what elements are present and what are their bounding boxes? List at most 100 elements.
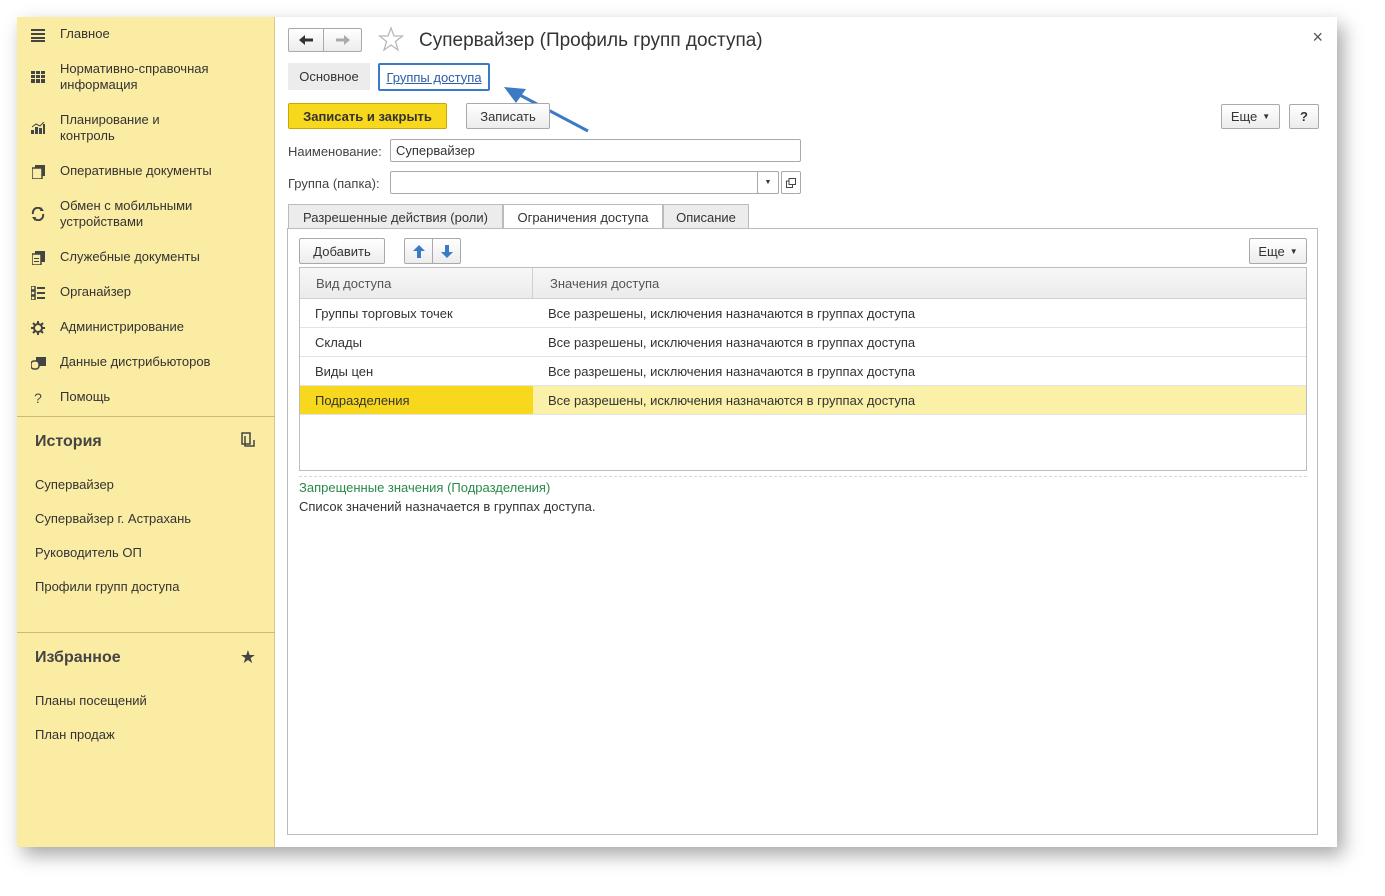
favorites-title: Избранное	[35, 649, 121, 666]
chevron-down-icon: ▼	[764, 179, 772, 186]
cell-value: Все разрешены, исключения назначаются в …	[548, 306, 916, 321]
help-icon: ?	[34, 390, 42, 406]
organizer-icon	[30, 285, 46, 301]
cell-kind: Группы торговых точек	[315, 306, 453, 321]
group-input[interactable]	[390, 171, 779, 194]
save-and-close-button[interactable]: Записать и закрыть	[288, 103, 447, 129]
star-icon[interactable]: ★	[240, 647, 256, 668]
cell-kind: Склады	[315, 335, 362, 350]
tab-roles[interactable]: Разрешенные действия (роли)	[288, 204, 503, 229]
sidebar-item-label: Служебные документы	[60, 249, 200, 264]
arrow-right-icon	[335, 33, 350, 48]
page-title: Супервайзер (Профиль групп доступа)	[419, 30, 763, 51]
sidebar-item-label: Нормативно-справочная информация	[60, 61, 209, 92]
cell-value: Все разрешены, исключения назначаются в …	[548, 393, 916, 408]
move-down-button[interactable]	[432, 238, 461, 264]
sidebar: Главное Нормативно-справочная информация…	[17, 17, 275, 847]
gear-icon	[30, 320, 46, 336]
access-restrictions-table: Вид доступа Значения доступа Группы торг…	[299, 267, 1307, 471]
group-open-button[interactable]	[781, 171, 801, 194]
forbidden-values-text: Список значений назначается в группах до…	[299, 499, 596, 514]
sidebar-item-organizer[interactable]: Органайзер	[17, 284, 275, 301]
access-groups-link[interactable]: Группы доступа	[386, 70, 481, 85]
help-button[interactable]: ?	[1289, 104, 1319, 129]
sidebar-item-label: Данные дистрибьюторов	[60, 354, 211, 369]
cell-kind: Подразделения	[300, 386, 533, 414]
tab-description[interactable]: Описание	[663, 204, 749, 229]
sidebar-item-label: Органайзер	[60, 284, 131, 299]
sync-icon	[30, 206, 46, 222]
divider	[299, 476, 1307, 477]
table-row[interactable]: Группы торговых точек Все разрешены, иск…	[300, 299, 1306, 328]
divider	[17, 416, 275, 417]
cell-kind: Виды цен	[315, 364, 374, 379]
history-item[interactable]: Супервайзер	[35, 477, 114, 492]
arrow-down-icon	[440, 244, 453, 258]
history-item[interactable]: Руководитель ОП	[35, 545, 142, 560]
back-button[interactable]	[288, 28, 324, 52]
more-button-label: Еще	[1230, 109, 1258, 124]
sidebar-item-distributors[interactable]: Данные дистрибьюторов	[17, 354, 275, 371]
more-button[interactable]: Еще ▼	[1221, 104, 1280, 129]
sidebar-item-label: Обмен с мобильными устройствами	[60, 198, 193, 229]
column-header-kind[interactable]: Вид доступа	[300, 268, 533, 299]
save-button[interactable]: Записать	[466, 103, 550, 129]
sidebar-item-planning[interactable]: Планирование и контроль	[17, 112, 275, 144]
favorite-item[interactable]: Планы посещений	[35, 693, 147, 708]
sidebar-item-mobile-exchange[interactable]: Обмен с мобильными устройствами	[17, 198, 275, 230]
table-row[interactable]: Виды цен Все разрешены, исключения назна…	[300, 357, 1306, 386]
reference-grid-icon	[30, 69, 46, 85]
column-header-values[interactable]: Значения доступа	[534, 268, 675, 299]
open-icon	[786, 177, 796, 188]
name-input[interactable]: Супервайзер	[390, 139, 801, 162]
sidebar-item-label: Администрирование	[60, 319, 184, 334]
history-title: История	[35, 433, 102, 450]
name-label: Наименование:	[288, 144, 382, 159]
history-item[interactable]: Профили групп доступа	[35, 579, 179, 594]
form-nav-access-groups[interactable]: Группы доступа	[378, 63, 490, 91]
form-nav-main[interactable]: Основное	[288, 63, 370, 90]
chart-icon	[30, 120, 46, 136]
panel-more-button[interactable]: Еще ▼	[1249, 238, 1307, 264]
sidebar-item-service-docs[interactable]: Служебные документы	[17, 249, 275, 266]
group-label: Группа (папка):	[288, 176, 380, 191]
chevron-down-icon: ▼	[1289, 246, 1298, 256]
move-up-button[interactable]	[404, 238, 433, 264]
sidebar-item-label: Главное	[60, 26, 110, 41]
arrow-left-icon	[299, 32, 313, 49]
cell-value: Все разрешены, исключения назначаются в …	[548, 364, 916, 379]
table-header: Вид доступа Значения доступа	[300, 268, 1306, 299]
arrow-up-icon	[412, 244, 425, 258]
forbidden-values-title: Запрещенные значения (Подразделения)	[299, 480, 551, 495]
distributors-icon	[30, 355, 46, 371]
table-row-selected[interactable]: Подразделения Все разрешены, исключения …	[300, 386, 1306, 415]
service-documents-icon	[30, 250, 46, 266]
sidebar-item-administration[interactable]: Администрирование	[17, 319, 275, 336]
history-item[interactable]: Супервайзер г. Астрахань	[35, 511, 191, 526]
sidebar-item-label: Помощь	[60, 389, 111, 404]
tab-access-restrictions[interactable]: Ограничения доступа	[503, 204, 663, 230]
sidebar-item-reference[interactable]: Нормативно-справочная информация	[17, 61, 275, 93]
table-row[interactable]: Склады Все разрешены, исключения назнача…	[300, 328, 1306, 357]
favorite-item[interactable]: План продаж	[35, 727, 115, 742]
menu-icon	[30, 27, 46, 43]
main-form: Супервайзер (Профиль групп доступа) × Ос…	[276, 17, 1337, 847]
favorite-star-icon[interactable]	[377, 26, 405, 55]
tab-panel: Добавить Еще ▼ Вид доступа Значения дост…	[287, 228, 1318, 835]
divider	[17, 632, 275, 633]
chevron-down-icon: ▼	[1262, 112, 1271, 121]
sidebar-item-help[interactable]: ? Помощь	[17, 389, 275, 406]
forward-button[interactable]	[323, 28, 362, 52]
history-list-icon[interactable]	[241, 432, 256, 453]
sidebar-item-operative-docs[interactable]: Оперативные документы	[17, 163, 275, 180]
sidebar-item-main[interactable]: Главное	[17, 26, 275, 43]
cell-value: Все разрешены, исключения назначаются в …	[548, 335, 916, 350]
app-window: Главное Нормативно-справочная информация…	[17, 17, 1337, 847]
group-dropdown-button[interactable]: ▼	[757, 171, 779, 194]
sidebar-item-label: Оперативные документы	[60, 163, 212, 178]
sidebar-item-label: Планирование и контроль	[60, 112, 160, 143]
add-button[interactable]: Добавить	[299, 238, 385, 264]
more-button-label: Еще	[1258, 243, 1285, 259]
close-icon[interactable]: ×	[1312, 27, 1323, 48]
documents-icon	[30, 164, 46, 180]
